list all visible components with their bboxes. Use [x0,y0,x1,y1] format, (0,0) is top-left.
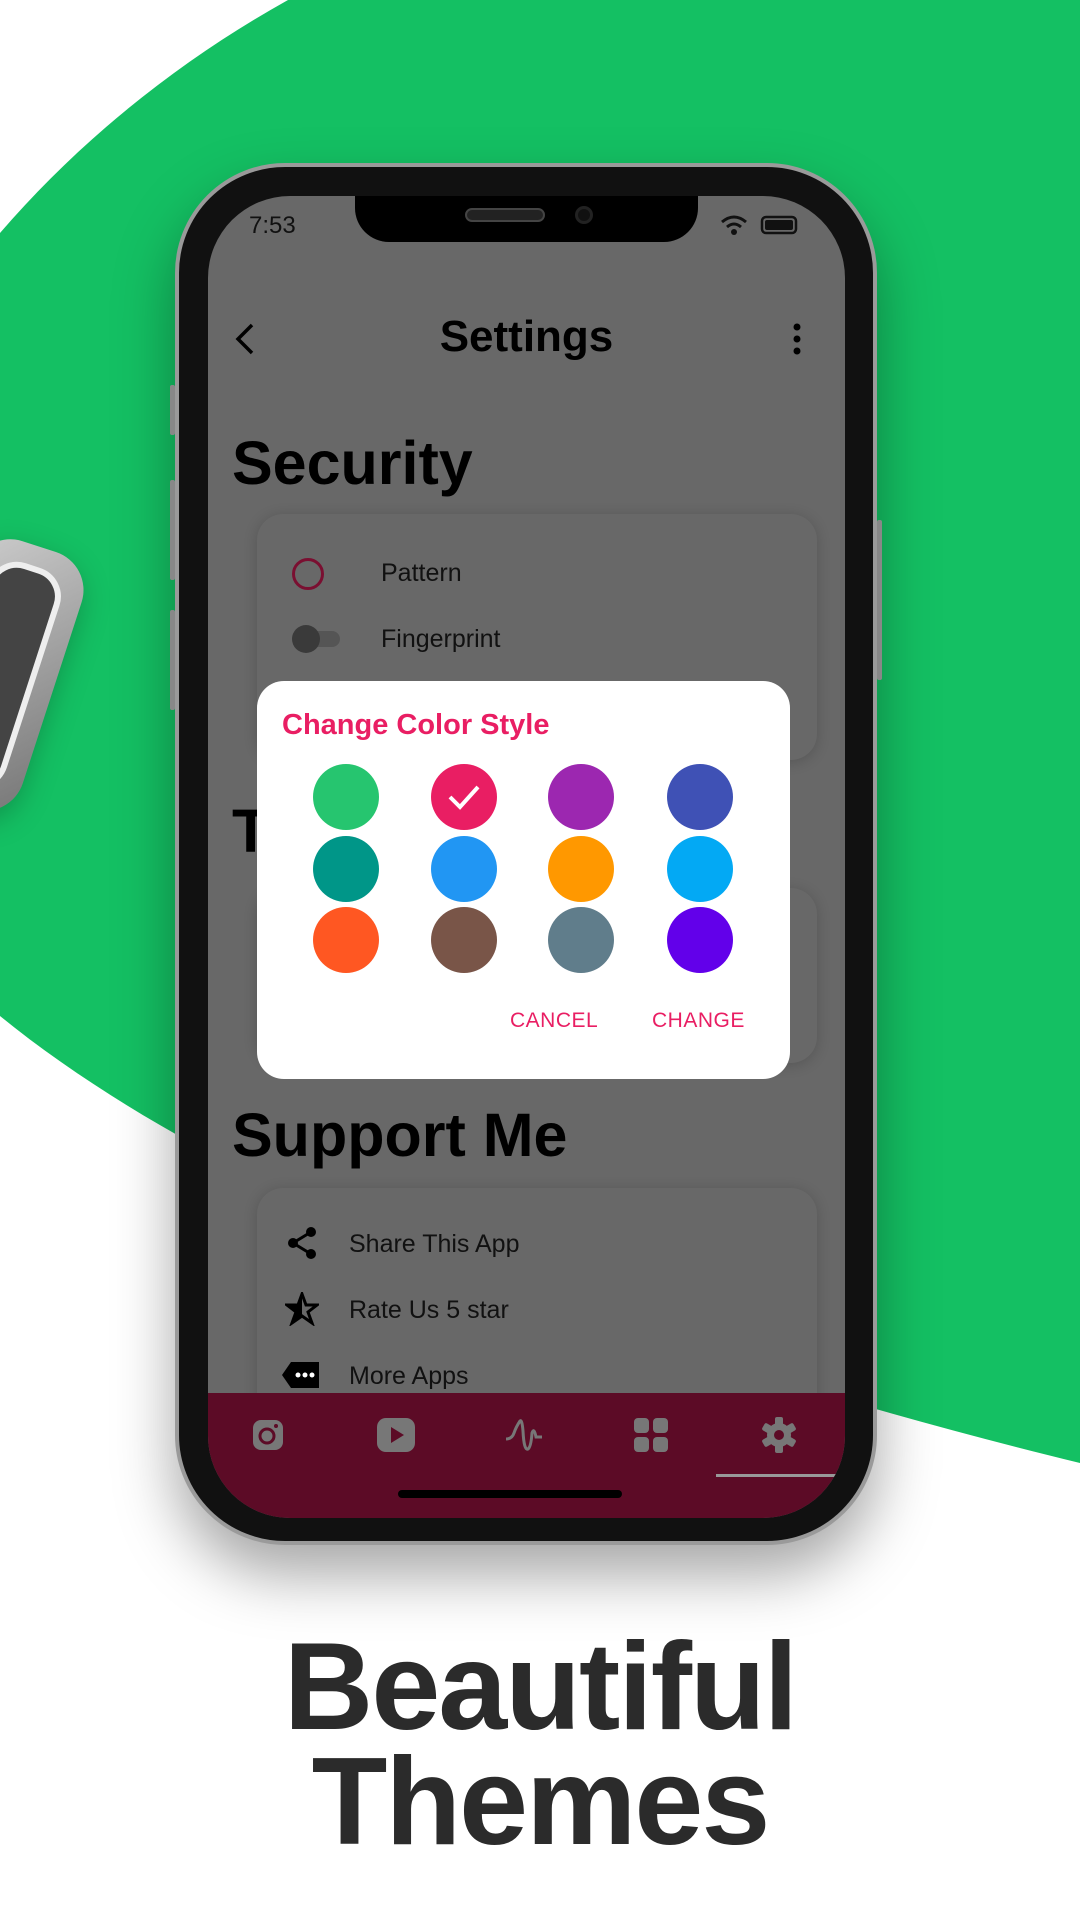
share-app-item[interactable]: Share This App [257,1218,817,1268]
rate-app-item[interactable]: Rate Us 5 star [257,1284,817,1334]
cancel-button[interactable]: CANCEL [510,1009,598,1033]
notch [355,196,698,242]
home-indicator[interactable] [398,1490,622,1498]
audio-wave-icon[interactable] [502,1413,546,1457]
youtube-icon[interactable] [374,1413,418,1457]
phone-screen: 7:53 Settings Security Pattern Fingerpri… [208,196,845,1518]
color-swatch[interactable] [313,907,379,973]
check-icon [448,785,480,810]
star-icon [285,1292,319,1326]
color-swatch[interactable] [667,907,733,973]
share-app-label: Share This App [349,1230,520,1258]
bottom-nav [208,1393,845,1518]
color-swatch[interactable] [431,907,497,973]
instagram-icon[interactable] [246,1413,290,1457]
more-apps-label: More Apps [349,1362,469,1390]
color-swatch[interactable] [548,836,614,902]
fingerprint-toggle[interactable] [292,625,342,653]
status-time: 7:53 [249,212,296,239]
color-swatch[interactable] [548,764,614,830]
more-apps-tag-icon [282,1362,319,1388]
more-vert-icon[interactable] [790,322,804,356]
color-swatch[interactable] [667,836,733,902]
active-tab-indicator [716,1474,845,1477]
color-swatch[interactable] [667,764,733,830]
grid-icon[interactable] [629,1413,673,1457]
dialog-title: Change Color Style [282,709,550,741]
pattern-radio[interactable] [292,558,324,590]
page-title: Settings [439,312,614,361]
color-style-dialog: Change Color Style CANCEL CHANGE [257,681,790,1079]
rate-app-label: Rate Us 5 star [349,1296,509,1324]
section-heading-support: Support Me [232,1101,568,1169]
change-button[interactable]: CHANGE [652,1009,745,1033]
section-heading-security: Security [232,429,473,497]
promo-headline-line2: Themes [311,1733,771,1871]
share-icon [288,1227,316,1259]
color-swatch[interactable] [313,836,379,902]
promo-headline-line1: Beautiful [283,1618,798,1756]
color-swatch[interactable] [548,907,614,973]
status-icons [721,215,798,235]
color-swatch[interactable] [313,764,379,830]
pattern-label: Pattern [381,559,462,587]
color-swatch[interactable] [431,764,497,830]
settings-icon[interactable] [757,1413,801,1457]
fingerprint-label: Fingerprint [381,625,501,653]
color-swatch[interactable] [431,836,497,902]
